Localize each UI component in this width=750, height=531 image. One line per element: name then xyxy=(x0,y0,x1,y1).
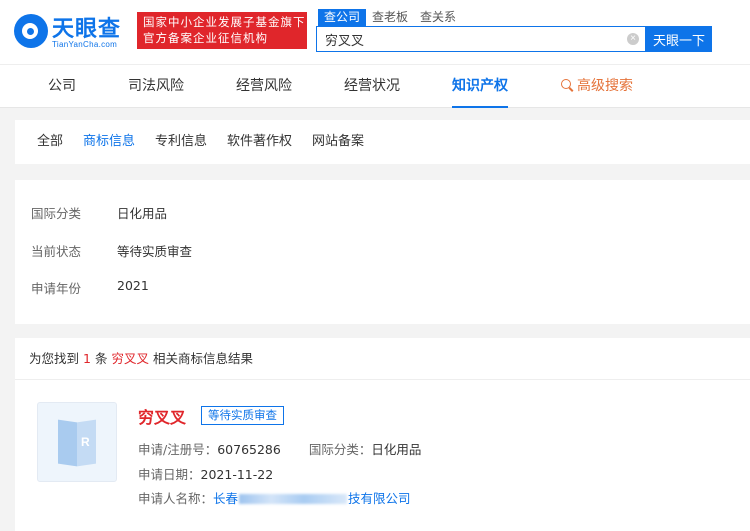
trademark-image[interactable]: R xyxy=(37,402,117,482)
applicant-prefix: 长春 xyxy=(213,491,239,506)
logo-domain: TianYanCha.com xyxy=(52,40,118,49)
results-prefix: 为您找到 xyxy=(29,351,80,366)
search-tab-boss[interactable]: 查老板 xyxy=(366,9,414,26)
class-label: 国际分类： xyxy=(308,442,372,457)
reg-number: 60765286 xyxy=(217,442,281,457)
results-summary: 为您找到 1 条 穷叉叉 相关商标信息结果 xyxy=(15,338,750,380)
search-input[interactable] xyxy=(325,27,625,51)
trademark-book-icon: R xyxy=(58,417,96,467)
redacted-text xyxy=(239,494,348,504)
filter-value[interactable]: 2021 xyxy=(117,278,149,293)
filter-label: 申请年份 xyxy=(31,281,82,296)
official-badge: 国家中小企业发展子基金旗下 官方备案企业征信机构 xyxy=(137,12,307,49)
filter-panel: 国际分类 日化用品 当前状态 等待实质审查 申请年份 2021 xyxy=(15,180,750,324)
subtab-website-record[interactable]: 网站备案 xyxy=(312,120,364,164)
applicant-suffix: 技有限公司 xyxy=(348,491,411,506)
class-value: 日化用品 xyxy=(371,442,422,457)
nav-operating-status[interactable]: 经营状况 xyxy=(344,65,400,108)
official-badge-line2: 官方备案企业征信机构 xyxy=(143,31,268,45)
eye-logo-icon xyxy=(14,14,48,48)
results-keyword: 穷叉叉 xyxy=(111,351,149,366)
search-box: × xyxy=(316,26,646,52)
subtab-software-copyright[interactable]: 软件著作权 xyxy=(227,120,292,164)
results-count: 1 xyxy=(83,351,91,366)
date-value: 2021-11-22 xyxy=(200,467,274,482)
nav-company[interactable]: 公司 xyxy=(48,65,76,108)
applicant-label: 申请人名称： xyxy=(138,491,214,506)
results-unit: 条 xyxy=(94,351,108,366)
close-icon[interactable]: × xyxy=(627,33,639,45)
search-type-tabs: 查公司 查老板 查关系 xyxy=(318,9,462,26)
filter-value[interactable]: 日化用品 xyxy=(117,203,167,222)
nav-operating-risk[interactable]: 经营风险 xyxy=(236,65,292,108)
search-button[interactable]: 天眼一下 xyxy=(646,26,712,52)
nav-intellectual-property[interactable]: 知识产权 xyxy=(452,65,508,108)
nav-advanced-search[interactable]: 高级搜索 xyxy=(561,65,633,108)
subtab-patent[interactable]: 专利信息 xyxy=(155,120,207,164)
tianyancha-logo[interactable]: 天眼查 TianYanCha.com xyxy=(14,10,130,54)
search-tab-company[interactable]: 查公司 xyxy=(318,9,367,26)
filter-label: 国际分类 xyxy=(31,206,82,221)
logo-name: 天眼查 xyxy=(52,17,122,42)
trademark-name[interactable]: 穷叉叉 xyxy=(138,404,186,428)
magnifier-icon xyxy=(561,79,573,91)
filter-value[interactable]: 等待实质审查 xyxy=(117,241,192,260)
nav-judicial-risk[interactable]: 司法风险 xyxy=(128,65,184,108)
date-label: 申请日期： xyxy=(138,467,201,482)
applicant-link[interactable]: 长春 技有限公司 xyxy=(213,491,411,506)
official-badge-line1: 国家中小企业发展子基金旗下 xyxy=(143,15,306,29)
ip-subnav: 全部 商标信息 专利信息 软件著作权 网站备案 xyxy=(15,120,750,164)
subtab-all[interactable]: 全部 xyxy=(37,120,63,164)
filter-label: 当前状态 xyxy=(31,244,82,259)
results-suffix: 相关商标信息结果 xyxy=(152,351,253,366)
top-header: 天眼查 TianYanCha.com 国家中小企业发展子基金旗下 官方备案企业征… xyxy=(0,0,750,64)
status-badge: 等待实质审查 xyxy=(201,406,284,425)
trademark-reg-line: 申请/注册号：60765286 国际分类：日化用品 xyxy=(138,439,421,458)
trademark-applicant-line: 申请人名称：长春 技有限公司 xyxy=(138,488,411,507)
reg-label: 申请/注册号： xyxy=(138,442,218,457)
trademark-letter: R xyxy=(81,435,90,449)
advanced-search-label: 高级搜索 xyxy=(577,78,633,94)
main-nav: 公司 司法风险 经营风险 经营状况 知识产权 高级搜索 xyxy=(0,64,750,108)
trademark-date-line: 申请日期：2021-11-22 xyxy=(138,464,273,483)
results-panel: 为您找到 1 条 穷叉叉 相关商标信息结果 R 穷叉叉 等待实质审查 申请/注册… xyxy=(15,338,750,531)
search-tab-relation[interactable]: 查关系 xyxy=(414,9,462,26)
subtab-trademark[interactable]: 商标信息 xyxy=(83,120,135,164)
